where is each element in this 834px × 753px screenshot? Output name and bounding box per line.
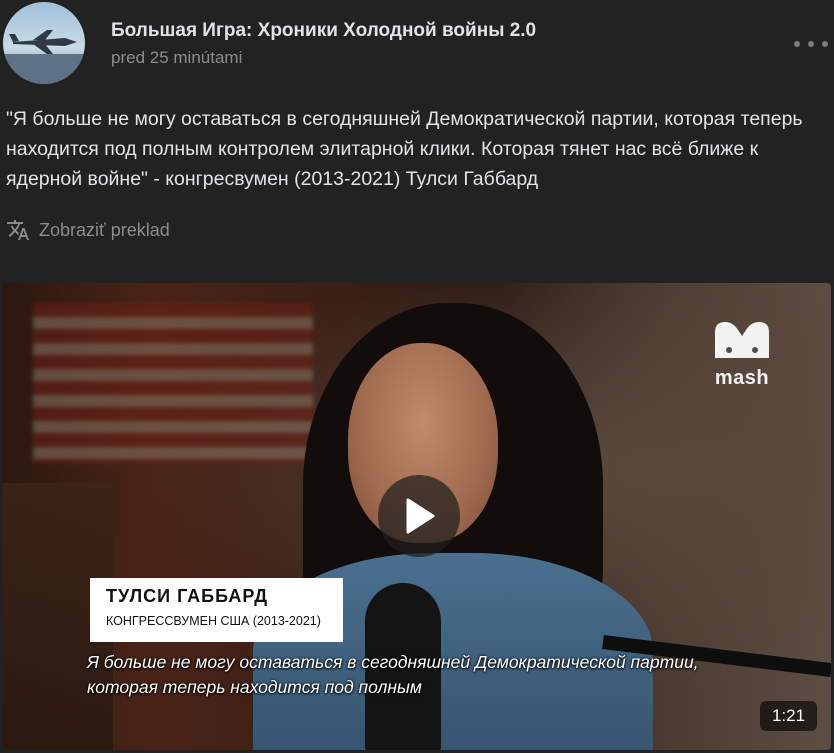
mash-logo: mash [707, 318, 777, 390]
more-horizontal-icon [808, 41, 814, 47]
more-options-button[interactable] [794, 34, 828, 54]
post-timestamp[interactable]: pred 25 minútami [111, 48, 242, 68]
flag-backdrop [33, 303, 313, 463]
channel-avatar[interactable] [3, 2, 85, 84]
more-horizontal-icon [822, 41, 828, 47]
channel-name-link[interactable]: Большая Игра: Хроники Холодной войны 2.0 [111, 20, 536, 42]
show-translation-label: Zobraziť preklad [39, 219, 170, 240]
speaker-title: КОНГРЕССВУМЕН США (2013-2021) [106, 614, 321, 628]
mash-logo-text: mash [714, 367, 770, 389]
speaker-name-card: ТУЛСИ ГАББАРД КОНГРЕССВУМЕН США (2013-20… [90, 578, 343, 642]
more-horizontal-icon [794, 41, 800, 47]
airplane-image [3, 30, 85, 84]
video-player[interactable]: mash ТУЛСИ ГАББАРД КОНГРЕССВУМЕН США (20… [3, 283, 831, 750]
show-translation-button[interactable]: Zobraziť preklad [6, 216, 170, 244]
translate-icon [7, 220, 29, 240]
video-subtitle: Я больше не могу оставаться в сегодняшне… [87, 652, 699, 697]
play-button[interactable] [378, 475, 460, 557]
post-text: "Я больше не могу оставаться в сегодняшн… [6, 108, 803, 190]
speaker-name: ТУЛСИ ГАББАРД [106, 586, 269, 606]
play-icon [406, 498, 435, 534]
post-card: Большая Игра: Хроники Холодной войны 2.0… [0, 0, 834, 753]
video-duration-badge: 1:21 [760, 701, 817, 731]
mash-logo-icon [715, 322, 769, 358]
